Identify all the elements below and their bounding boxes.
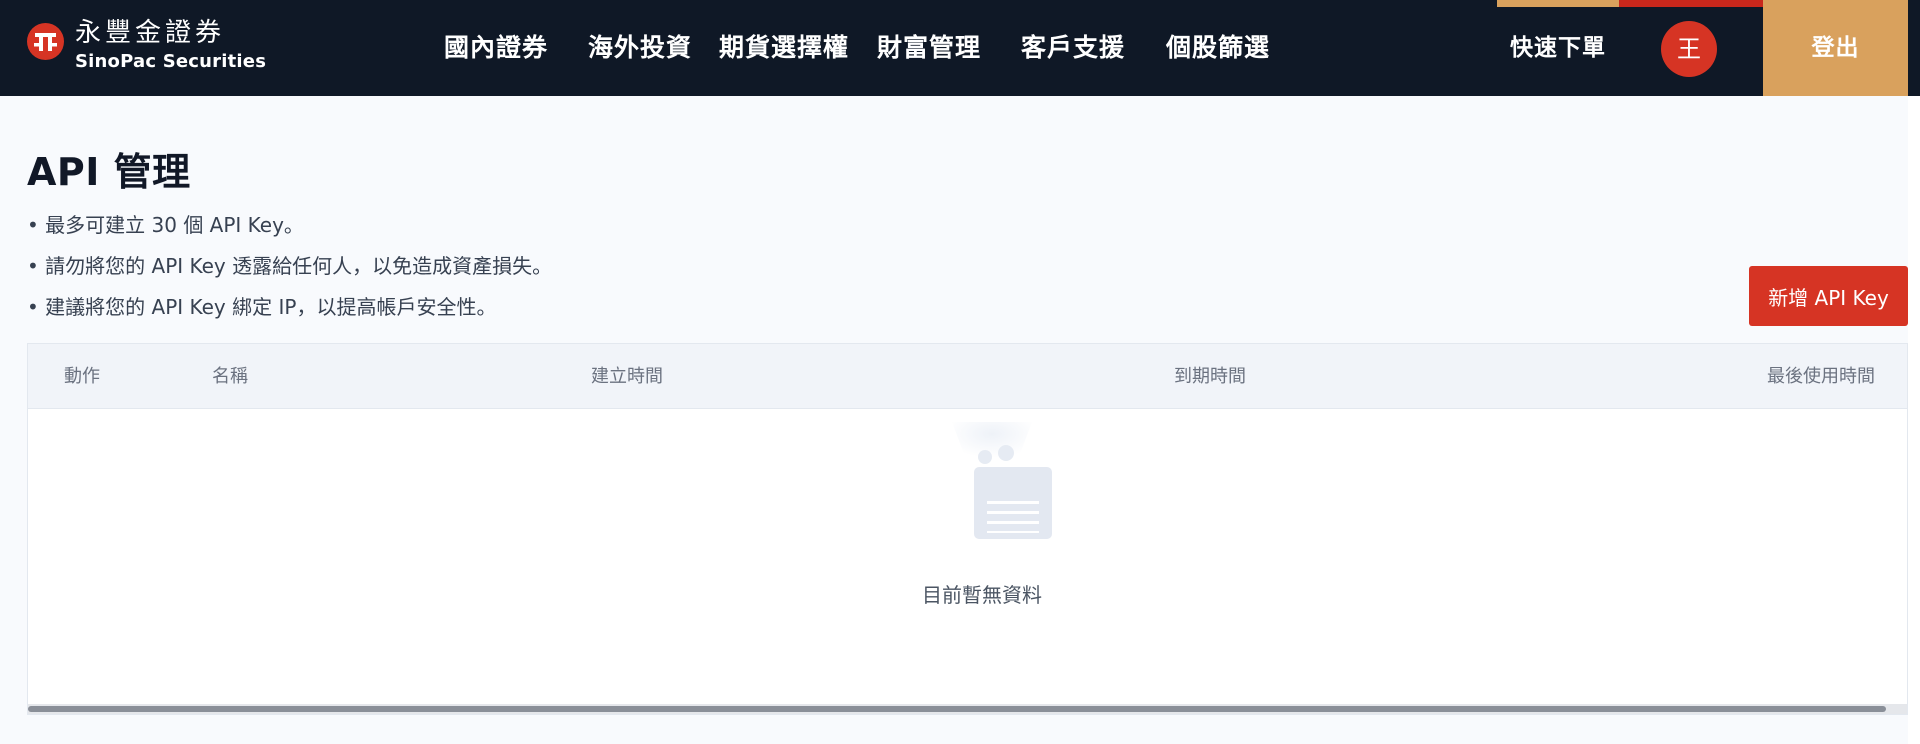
horizontal-scrollbar[interactable] xyxy=(28,704,1907,714)
column-header-name: 名稱 xyxy=(212,366,248,387)
nav-overseas-investment[interactable]: 海外投資 xyxy=(588,0,692,96)
header-edge xyxy=(1908,0,1920,96)
note-bind-ip: • 建議將您的 API Key 綁定 IP，以提高帳戶安全性。 xyxy=(27,295,497,319)
note-max-keys: • 最多可建立 30 個 API Key。 xyxy=(27,213,304,237)
note-keep-secret: • 請勿將您的 API Key 透露給任何人，以免造成資產損失。 xyxy=(27,254,553,278)
nav-stock-screener[interactable]: 個股篩選 xyxy=(1166,0,1270,96)
api-key-table: 動作 名稱 建立時間 到期時間 最後使用時間 目前暫無資料 xyxy=(27,343,1908,715)
nav-futures-options[interactable]: 期貨選擇權 xyxy=(719,0,849,96)
add-api-key-button[interactable]: 新增 API Key xyxy=(1749,266,1908,326)
top-navigation-bar: 永豐金證券 SinoPac Securities 國內證券 海外投資 期貨選擇權… xyxy=(0,0,1920,96)
page-title: API 管理 xyxy=(27,150,191,194)
api-key-notes: • 最多可建立 30 個 API Key。 • 請勿將您的 API Key 透露… xyxy=(27,211,552,334)
brand-name-en: SinoPac Securities xyxy=(75,51,267,72)
user-avatar[interactable]: 王 xyxy=(1661,21,1717,77)
nav-domestic-securities[interactable]: 國內證券 xyxy=(444,0,548,96)
brand-name-cn: 永豐金證券 xyxy=(75,18,226,48)
empty-state-message: 目前暫無資料 xyxy=(922,583,1042,607)
nav-customer-support[interactable]: 客戶支援 xyxy=(1021,0,1125,96)
user-menu: 王 xyxy=(1619,0,1763,96)
page-right-gutter xyxy=(1908,96,1920,744)
column-header-action: 動作 xyxy=(64,366,100,387)
scrollbar-thumb[interactable] xyxy=(28,706,1886,712)
sinopac-logo-icon xyxy=(27,23,64,60)
nav-wealth-management[interactable]: 財富管理 xyxy=(877,0,981,96)
quick-order-button[interactable]: 快速下單 xyxy=(1497,0,1619,96)
empty-state: 目前暫無資料 xyxy=(28,409,1907,694)
column-header-expiry-time: 到期時間 xyxy=(1174,366,1246,387)
user-accent-bar xyxy=(1619,0,1763,7)
logout-button[interactable]: 登出 xyxy=(1763,0,1908,96)
sinopac-logo[interactable]: 永豐金證券 SinoPac Securities xyxy=(27,20,266,78)
empty-box-icon xyxy=(922,417,1062,561)
table-header: 動作 名稱 建立時間 到期時間 最後使用時間 xyxy=(28,344,1907,409)
column-header-last-used-time: 最後使用時間 xyxy=(1767,366,1875,387)
column-header-created-time: 建立時間 xyxy=(591,366,663,387)
quick-order-label: 快速下單 xyxy=(1510,35,1606,61)
quick-order-accent-bar xyxy=(1497,0,1619,7)
